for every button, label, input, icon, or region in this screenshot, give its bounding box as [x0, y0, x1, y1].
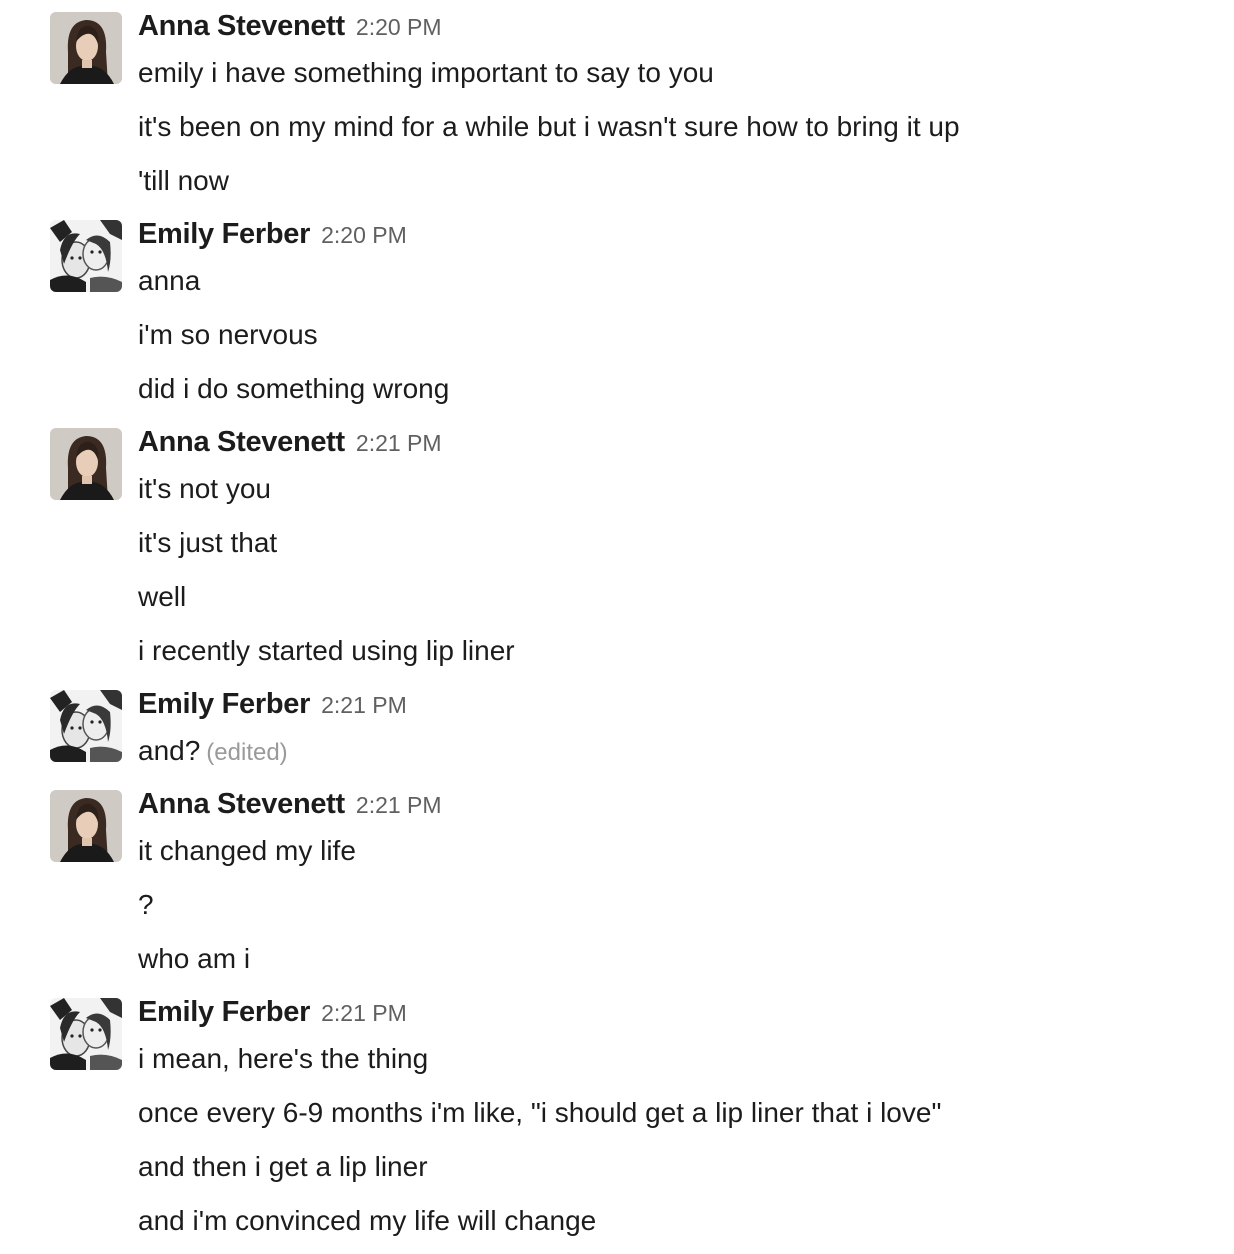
- woman-portrait-icon: [50, 428, 122, 500]
- emily-avatar[interactable]: [50, 690, 122, 762]
- message-group: Emily Ferber 2:21 PM i mean, here's the …: [0, 986, 1234, 1248]
- message-text: i recently started using lip liner: [138, 635, 515, 666]
- message-text: i'm so nervous: [138, 319, 318, 350]
- message-group: Emily Ferber 2:21 PM and? (edited): [0, 678, 1234, 778]
- timestamp[interactable]: 2:20 PM: [321, 222, 407, 249]
- message-header: Anna Stevenett 2:21 PM: [138, 426, 442, 466]
- message-text: ?: [138, 889, 154, 920]
- message-text: it's been on my mind for a while but i w…: [138, 111, 960, 142]
- message-header: Emily Ferber 2:20 PM: [138, 218, 407, 258]
- timestamp[interactable]: 2:21 PM: [321, 1000, 407, 1027]
- message-text: it's just that: [138, 527, 278, 558]
- message-text: once every 6-9 months i'm like, "i shoul…: [138, 1097, 942, 1128]
- message-text: did i do something wrong: [138, 373, 450, 404]
- message-header: Emily Ferber 2:21 PM: [138, 996, 407, 1036]
- message-group: Anna Stevenett 2:20 PM emily i have some…: [0, 0, 1234, 210]
- message-text: and? (edited): [138, 733, 288, 771]
- anna-avatar[interactable]: [50, 12, 122, 84]
- timestamp[interactable]: 2:21 PM: [356, 792, 442, 819]
- author-name[interactable]: Anna Stevenett: [138, 10, 345, 43]
- woman-portrait-icon: [50, 790, 122, 862]
- emily-avatar[interactable]: [50, 220, 122, 292]
- message-text: i mean, here's the thing: [138, 1043, 429, 1074]
- edited-label: (edited): [206, 739, 288, 766]
- message-text: 'till now: [138, 165, 229, 196]
- message-header: Emily Ferber 2:21 PM: [138, 688, 407, 728]
- author-name[interactable]: Emily Ferber: [138, 218, 310, 251]
- author-name[interactable]: Emily Ferber: [138, 688, 310, 721]
- author-name[interactable]: Emily Ferber: [138, 996, 310, 1029]
- anna-avatar[interactable]: [50, 428, 122, 500]
- message-text: emily i have something important to say …: [138, 57, 714, 88]
- message-header: Anna Stevenett 2:20 PM: [138, 10, 442, 50]
- message-text: well: [138, 581, 187, 612]
- message-text: and i'm convinced my life will change: [138, 1205, 597, 1236]
- two-women-bw-icon: [50, 690, 122, 762]
- message-group: Anna Stevenett 2:21 PM it's not you it's…: [0, 416, 1234, 678]
- message-text: it's not you: [138, 473, 271, 504]
- message-text: anna: [138, 265, 201, 296]
- two-women-bw-icon: [50, 220, 122, 292]
- two-women-bw-icon: [50, 998, 122, 1070]
- author-name[interactable]: Anna Stevenett: [138, 426, 345, 459]
- message-header: Anna Stevenett 2:21 PM: [138, 788, 442, 828]
- message-text: who am i: [138, 943, 251, 974]
- message-list: Anna Stevenett 2:20 PM emily i have some…: [0, 0, 1234, 1254]
- timestamp[interactable]: 2:21 PM: [321, 692, 407, 719]
- message-text: it changed my life: [138, 835, 356, 866]
- emily-avatar[interactable]: [50, 998, 122, 1070]
- anna-avatar[interactable]: [50, 790, 122, 862]
- message-group: Anna Stevenett 2:21 PM it changed my lif…: [0, 778, 1234, 986]
- timestamp[interactable]: 2:20 PM: [356, 14, 442, 41]
- author-name[interactable]: Anna Stevenett: [138, 788, 345, 821]
- message-group: Emily Ferber 2:20 PM anna i'm so nervous…: [0, 208, 1234, 416]
- message-text: and then i get a lip liner: [138, 1151, 428, 1182]
- woman-portrait-icon: [50, 12, 122, 84]
- timestamp[interactable]: 2:21 PM: [356, 430, 442, 457]
- message-text-content: and?: [138, 735, 201, 766]
